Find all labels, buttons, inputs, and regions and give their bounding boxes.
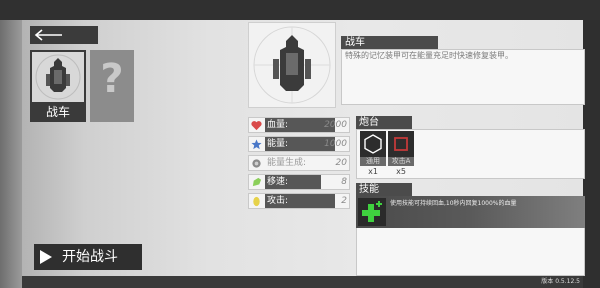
skill-icon-frame [358, 198, 386, 226]
stat-value: 1000 [324, 139, 347, 149]
vehicle-card-selected[interactable]: 战车 [30, 50, 86, 122]
left-edge-bar [0, 20, 22, 288]
stat-value: 2000 [324, 120, 347, 130]
vehicle-card-name: 战车 [45, 105, 70, 119]
heal-plus-icon [362, 201, 382, 222]
skill-description: 使用技能可持续回血,10秒内回复1000%的血量 [390, 200, 517, 207]
stat-label: 攻击: [265, 194, 335, 208]
locked-question-icon: ? [100, 56, 124, 102]
stat-label: 能量生成: [267, 158, 307, 168]
hexagon-icon [364, 134, 382, 154]
tank-preview-icon [253, 26, 331, 104]
stat-speed: 移速: 8 [248, 174, 350, 190]
play-arrow-icon [40, 250, 52, 264]
skill-section-title: 技能 [356, 183, 412, 196]
attack-icon [253, 196, 260, 207]
top-bar [0, 0, 600, 20]
vehicle-description: 特殊的记忆装甲可在能量充足时快速修复装甲。 [345, 51, 513, 60]
turret-count: x1 [368, 167, 378, 176]
stat-label: 移速: [267, 177, 289, 187]
turret-tag: 攻击A [388, 157, 414, 166]
turret-frame [388, 131, 414, 157]
version-label: 版本 0.5.12.5 [541, 278, 580, 285]
back-arrow-icon [34, 29, 62, 41]
vehicle-preview [248, 22, 336, 108]
vehicle-thumbnail [32, 52, 84, 102]
stat-value: 2 [341, 196, 347, 206]
energy-regen-icon [252, 159, 261, 168]
star-icon [251, 139, 262, 150]
right-edge-bar [583, 20, 600, 288]
start-battle-label: 开始战斗 [62, 249, 118, 265]
turret-tag: 通用 [360, 157, 386, 166]
vehicle-name-header: 战车 [341, 36, 438, 49]
turret-item-general[interactable]: 通用 [360, 131, 386, 167]
stat-value: 20 [335, 158, 347, 168]
start-battle-button[interactable]: 开始战斗 [34, 244, 142, 270]
turret-frame [360, 131, 386, 157]
back-button[interactable] [30, 26, 98, 44]
tank-icon [35, 54, 81, 100]
stat-value: 8 [341, 177, 347, 187]
speed-icon [252, 177, 262, 187]
stat-hp: 血量: 2000 [248, 117, 350, 133]
stat-energy: 能量: 1000 [248, 136, 350, 152]
red-square-icon [394, 137, 408, 151]
stat-energy-regen: 能量生成: 20 [248, 155, 350, 171]
stat-attack: 攻击: 2 [248, 193, 350, 209]
vehicle-card-locked[interactable]: ? [90, 50, 134, 122]
turret-count: x5 [396, 167, 406, 176]
turret-section-title: 炮台 [356, 116, 412, 129]
turret-item-attack-a[interactable]: 攻击A [388, 131, 414, 167]
heart-icon [251, 121, 262, 131]
